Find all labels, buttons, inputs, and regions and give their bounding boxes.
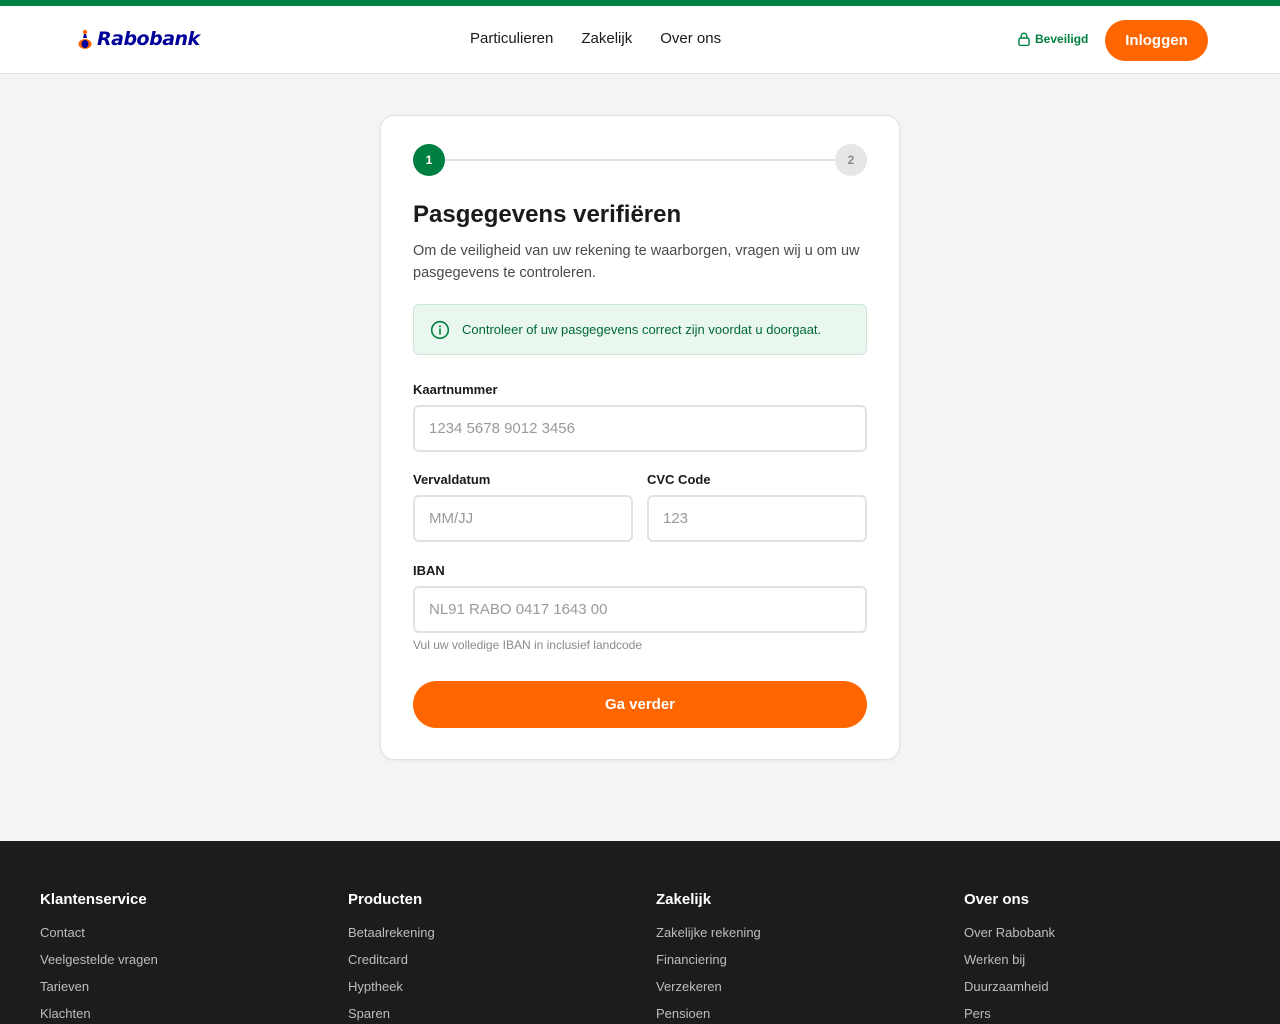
footer-link-contact[interactable]: Contact [40,926,158,940]
footer-column-title: Over ons [964,891,1030,908]
footer-link-zakelijke-rekening[interactable]: Zakelijke rekening [656,926,761,940]
nav-over-ons[interactable]: Over ons [660,30,721,47]
info-notice: Controleer of uw pasgegevens correct zij… [413,304,867,355]
card-number-label: Kaartnummer [413,382,498,397]
iban-label: IBAN [413,563,445,578]
card-number-input[interactable] [413,405,867,452]
lock-icon [1018,32,1030,46]
nav-particulieren[interactable]: Particulieren [470,30,553,47]
cvc-label: CVC Code [647,472,711,487]
footer-link-over-rabobank[interactable]: Over Rabobank [964,926,1055,940]
footer-link-klachten[interactable]: Klachten [40,1007,158,1021]
footer-link-sparen[interactable]: Sparen [348,1007,435,1021]
iban-hint: Vul uw volledige IBAN in inclusief landc… [413,638,643,652]
footer-link-financiering[interactable]: Financiering [656,953,761,967]
footer-link-tarieven[interactable]: Tarieven [40,980,158,994]
footer-column-title: Klantenservice [40,891,147,908]
footer-column-klantenservice: Klantenservice Contact Veelgestelde vrag… [40,891,158,1024]
step-1-indicator: 1 [413,144,445,176]
site-footer: Klantenservice Contact Veelgestelde vrag… [0,841,1280,1024]
main-nav: Particulieren Zakelijk Over ons [470,30,721,47]
footer-link-hypotheek[interactable]: Hyptheek [348,980,435,994]
secure-label: Beveiligd [1035,32,1089,46]
site-header: Rabobank Particulieren Zakelijk Over ons… [0,6,1280,74]
verification-card: 1 2 Pasgegevens verifiëren Om de veiligh… [380,115,900,760]
login-button[interactable]: Inloggen [1105,20,1208,61]
footer-column-title: Producten [348,891,423,908]
footer-link-pensioen[interactable]: Pensioen [656,1007,761,1021]
info-icon [430,320,450,339]
page-title: Pasgegevens verifiëren [413,201,682,228]
footer-column-title: Zakelijk [656,891,712,908]
footer-link-duurzaamheid[interactable]: Duurzaamheid [964,980,1055,994]
rabobank-logo[interactable]: Rabobank [77,28,200,50]
footer-column-producten: Producten Betaalrekening Creditcard Hypt… [348,891,435,1024]
footer-link-pers[interactable]: Pers [964,1007,1055,1021]
expiry-input[interactable] [413,495,633,542]
logo-text: Rabobank [97,28,200,50]
footer-column-over-ons: Over ons Over Rabobank Werken bij Duurza… [964,891,1055,1024]
footer-link-betaalrekening[interactable]: Betaalrekening [348,926,435,940]
stepper-line [429,159,851,161]
progress-stepper: 1 2 [413,144,867,176]
notice-text: Controleer of uw pasgegevens correct zij… [462,322,822,337]
footer-link-creditcard[interactable]: Creditcard [348,953,435,967]
footer-column-zakelijk: Zakelijk Zakelijke rekening Financiering… [656,891,761,1024]
footer-link-verzekeren[interactable]: Verzekeren [656,980,761,994]
expiry-label: Vervaldatum [413,472,491,487]
footer-link-werken-bij[interactable]: Werken bij [964,953,1055,967]
footer-link-faq[interactable]: Veelgestelde vragen [40,953,158,967]
cvc-input[interactable] [647,495,867,542]
nav-zakelijk[interactable]: Zakelijk [581,30,632,47]
continue-button[interactable]: Ga verder [413,681,867,728]
iban-input[interactable] [413,586,867,633]
rabobank-logo-icon [78,29,92,49]
intro-text: Om de veiligheid van uw rekening te waar… [413,243,860,281]
secure-indicator: Beveiligd [1018,32,1088,46]
step-2-indicator: 2 [835,144,867,176]
